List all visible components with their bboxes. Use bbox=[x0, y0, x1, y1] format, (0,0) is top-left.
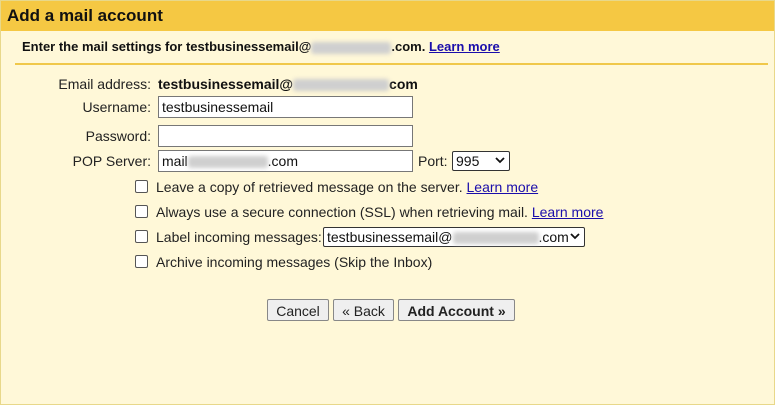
back-button[interactable]: « Back bbox=[333, 299, 394, 321]
archive-label: Archive incoming messages (Skip the Inbo… bbox=[156, 254, 433, 270]
redacted-domain bbox=[311, 41, 392, 54]
email-suffix: com bbox=[389, 76, 418, 92]
password-label: Password: bbox=[85, 128, 151, 144]
pop-server-input[interactable]: mail .com bbox=[158, 150, 413, 172]
label-select-prefix: testbusinessemail@ bbox=[327, 229, 453, 245]
intro-suffix: .com. bbox=[391, 39, 426, 54]
redacted-domain bbox=[187, 156, 268, 169]
email-prefix: testbusinessemail@ bbox=[158, 76, 294, 92]
password-input[interactable] bbox=[158, 125, 413, 147]
ssl-learn-more-link[interactable]: Learn more bbox=[532, 204, 604, 220]
add-account-button[interactable]: Add Account » bbox=[398, 299, 515, 321]
username-input[interactable]: testbusinessemail bbox=[158, 96, 413, 118]
divider bbox=[15, 63, 768, 65]
label-incoming-checkbox[interactable] bbox=[135, 230, 148, 243]
label-incoming-label: Label incoming messages: bbox=[156, 229, 322, 245]
email-value: testbusinessemail@ com bbox=[158, 76, 418, 92]
leave-copy-label: Leave a copy of retrieved message on the… bbox=[156, 179, 463, 195]
chevron-down-icon bbox=[495, 157, 505, 164]
option-archive: Archive incoming messages (Skip the Inbo… bbox=[135, 254, 432, 270]
option-label-incoming: Label incoming messages: bbox=[135, 229, 322, 245]
ssl-label: Always use a secure connection (SSL) whe… bbox=[156, 204, 528, 220]
cancel-button[interactable]: Cancel bbox=[267, 299, 329, 321]
redacted-domain bbox=[293, 79, 390, 92]
pop-prefix: mail bbox=[162, 153, 188, 169]
port-select[interactable]: 995 bbox=[452, 151, 510, 171]
intro-text: Enter the mail settings for testbusiness… bbox=[22, 39, 500, 54]
username-label: Username: bbox=[82, 99, 151, 115]
pop-suffix: .com bbox=[267, 153, 299, 169]
dialog: Add a mail account Enter the mail settin… bbox=[0, 0, 775, 405]
intro-learn-more-link[interactable]: Learn more bbox=[429, 39, 500, 54]
ssl-checkbox[interactable] bbox=[135, 205, 148, 218]
archive-checkbox[interactable] bbox=[135, 255, 148, 268]
port-value: 995 bbox=[456, 153, 480, 169]
label-select-suffix: .com bbox=[538, 229, 569, 245]
dialog-title: Add a mail account bbox=[7, 6, 163, 25]
chevron-down-icon bbox=[570, 233, 580, 240]
pop-server-label: POP Server: bbox=[72, 153, 151, 169]
leave-copy-learn-more-link[interactable]: Learn more bbox=[467, 179, 539, 195]
email-label: Email address: bbox=[58, 76, 151, 92]
title-bar: Add a mail account bbox=[1, 1, 774, 31]
option-ssl: Always use a secure connection (SSL) whe… bbox=[135, 204, 603, 220]
leave-copy-checkbox[interactable] bbox=[135, 180, 148, 193]
redacted-domain bbox=[452, 232, 539, 245]
option-leave-copy: Leave a copy of retrieved message on the… bbox=[135, 179, 538, 195]
port-label: Port: bbox=[418, 153, 448, 169]
intro-prefix: Enter the mail settings for testbusiness… bbox=[22, 39, 312, 54]
label-select[interactable]: testbusinessemail@ .com bbox=[323, 227, 585, 247]
